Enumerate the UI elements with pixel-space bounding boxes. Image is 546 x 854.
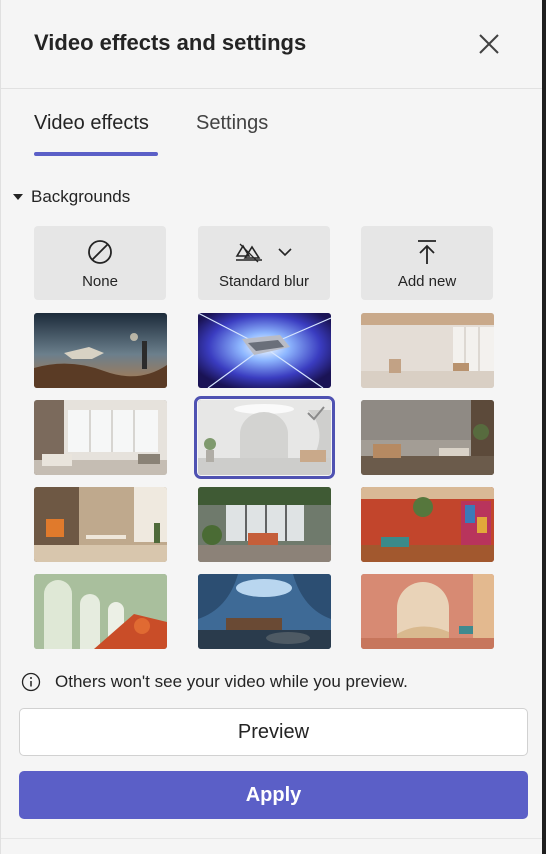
none-icon	[88, 240, 112, 264]
panel-title: Video effects and settings	[34, 30, 307, 55]
background-thumbnail-concrete-lounge[interactable]	[361, 400, 494, 475]
backgrounds-section-toggle[interactable]: Backgrounds	[13, 186, 130, 208]
option-label: None	[82, 273, 118, 290]
video-effects-panel: Video effects and settings Video effects…	[0, 0, 543, 854]
background-thumbnail-planet-landscape[interactable]	[34, 313, 167, 388]
background-thumbnail-red-courtyard[interactable]	[361, 487, 494, 562]
upload-icon	[418, 240, 436, 264]
chevron-down-icon	[278, 248, 292, 257]
info-text: Others won't see your video while you pr…	[55, 672, 408, 691]
background-thumbnail-white-arch-room[interactable]	[194, 396, 335, 479]
apply-button[interactable]: Apply	[19, 771, 528, 819]
background-thumbnail-plant-patio[interactable]	[198, 487, 331, 562]
close-button[interactable]	[473, 28, 505, 60]
close-icon	[479, 34, 499, 54]
caret-down-icon	[13, 194, 23, 200]
option-label: Add new	[397, 273, 457, 290]
info-icon	[21, 672, 41, 692]
blur-icon	[235, 243, 262, 263]
tab-settings[interactable]: Settings	[196, 112, 268, 135]
divider	[1, 838, 543, 839]
background-thumbnail-hyperspace[interactable]	[198, 313, 331, 388]
section-label: Backgrounds	[31, 187, 131, 206]
preview-info: Others won't see your video while you pr…	[21, 670, 408, 694]
background-option-add-new[interactable]: Add new	[361, 226, 493, 300]
background-thumbnail-blue-dome-lounge[interactable]	[198, 574, 331, 649]
background-thumbnail-desert-arch[interactable]	[361, 574, 494, 649]
background-thumbnail-warm-dining-room[interactable]	[34, 487, 167, 562]
window-edge	[542, 0, 546, 854]
background-thumbnail-living-room-windows[interactable]	[34, 400, 167, 475]
option-label: Standard blur	[218, 273, 310, 290]
background-thumbnail-minimal-room[interactable]	[361, 313, 494, 388]
background-option-standard-blur[interactable]: Standard blur	[198, 226, 330, 300]
preview-button[interactable]: Preview	[19, 708, 528, 756]
panel-header: Video effects and settings	[1, 0, 543, 89]
tab-video-effects[interactable]: Video effects	[34, 112, 149, 135]
checkmark-icon	[307, 406, 325, 421]
background-thumbnail-green-arch-hall[interactable]	[34, 574, 167, 649]
background-option-none[interactable]: None	[34, 226, 166, 300]
active-tab-indicator	[34, 152, 158, 156]
